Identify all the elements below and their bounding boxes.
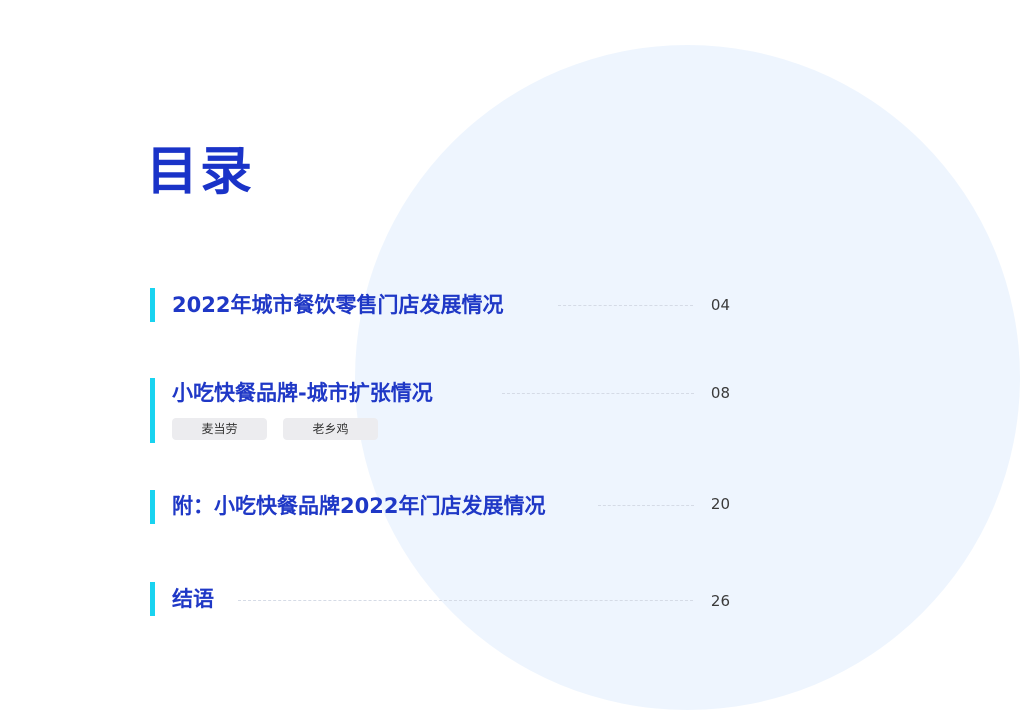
toc-entry[interactable]: 小吃快餐品牌-城市扩张情况 08 麦当劳 老乡鸡 <box>150 378 730 444</box>
entry-heading[interactable]: 2022年城市餐饮零售门店发展情况 <box>172 290 503 320</box>
entry-page-number: 04 <box>710 296 730 314</box>
entry-accent-bar <box>150 288 155 322</box>
entry-page-number: 26 <box>710 592 730 610</box>
entry-page-number: 20 <box>710 495 730 513</box>
leader-dots <box>598 505 694 506</box>
leader-dots <box>238 600 693 601</box>
leader-dots <box>558 305 693 306</box>
toc-entry[interactable]: 结语 26 <box>150 582 730 618</box>
leader-dots <box>502 393 694 394</box>
toc-entry[interactable]: 附：小吃快餐品牌2022年门店发展情况 20 <box>150 490 730 526</box>
entry-accent-bar <box>150 378 155 443</box>
entry-heading[interactable]: 附：小吃快餐品牌2022年门店发展情况 <box>172 491 545 521</box>
tag-laoxiangji[interactable]: 老乡鸡 <box>283 418 378 440</box>
page-title: 目录 <box>146 142 255 202</box>
entry-page-number: 08 <box>710 384 730 402</box>
entry-heading[interactable]: 小吃快餐品牌-城市扩张情况 <box>172 378 433 408</box>
entry-accent-bar <box>150 582 155 616</box>
toc-entry[interactable]: 2022年城市餐饮零售门店发展情况 04 <box>150 288 730 324</box>
tag-mcdonalds[interactable]: 麦当劳 <box>172 418 267 440</box>
entry-heading[interactable]: 结语 <box>172 584 214 614</box>
entry-accent-bar <box>150 490 155 524</box>
